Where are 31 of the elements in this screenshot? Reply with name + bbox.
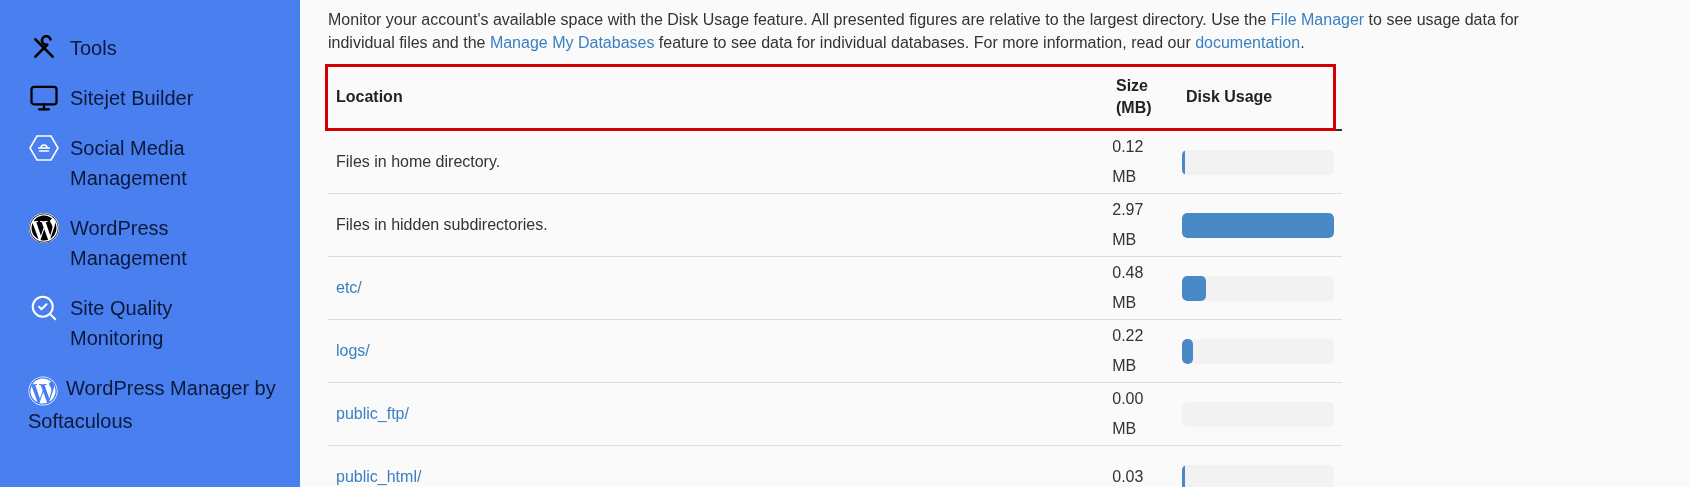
column-header: Size (MB) [1116, 75, 1153, 118]
size-text: 0.22 MB [1112, 326, 1145, 376]
intro-link[interactable]: File Manager [1270, 11, 1365, 28]
location-text: Files in home directory. [336, 153, 501, 170]
location-text: Files in hidden subdirectories. [336, 216, 548, 233]
directory-link[interactable]: logs/ [336, 342, 370, 359]
column-header: Location [336, 87, 403, 105]
directory-link[interactable]: public_ftp/ [336, 405, 409, 422]
intro-link[interactable]: Manage My Databases [489, 34, 655, 51]
directory-link[interactable]: public_html/ [336, 468, 422, 485]
intro-paragraph: Monitor your account's available space with the Disk Usage feature. All presented figures are relative to the largest directory. Use the File Manager to see usage data for individual files and the Manage My Databases feature to see data for individual databases. For more information, read our documentation. [328, 10, 1520, 53]
intro-link[interactable]: documentation [1195, 34, 1301, 51]
size-text: 0.00 MB [1112, 389, 1145, 439]
column-header: Disk Usage [1186, 87, 1273, 105]
search-check-icon [29, 293, 59, 323]
monitor-icon [29, 83, 59, 113]
sidebar-item[interactable]: WordPress Manager by Softaculous [28, 373, 300, 436]
tools-icon [31, 35, 57, 61]
size-text: 0.48 MB [1112, 263, 1145, 313]
size-text: 0.03 [1112, 467, 1145, 487]
sidebar-item[interactable]: Tools [28, 33, 300, 63]
size-text: 2.97 MB [1112, 200, 1145, 250]
sidebar-item[interactable]: Social Media Management [28, 133, 300, 193]
sidebar-item[interactable]: Site Quality Monitoring [28, 293, 300, 353]
wordpress-icon [29, 213, 59, 243]
hexagon-icon [29, 134, 59, 162]
directory-link[interactable]: etc/ [336, 279, 362, 296]
sidebar-item[interactable]: Sitejet Builder [28, 83, 300, 113]
size-text: 0.12 MB [1112, 137, 1145, 187]
sidebar-item[interactable]: WordPress Management [28, 213, 300, 273]
wordpress-icon [28, 375, 58, 406]
